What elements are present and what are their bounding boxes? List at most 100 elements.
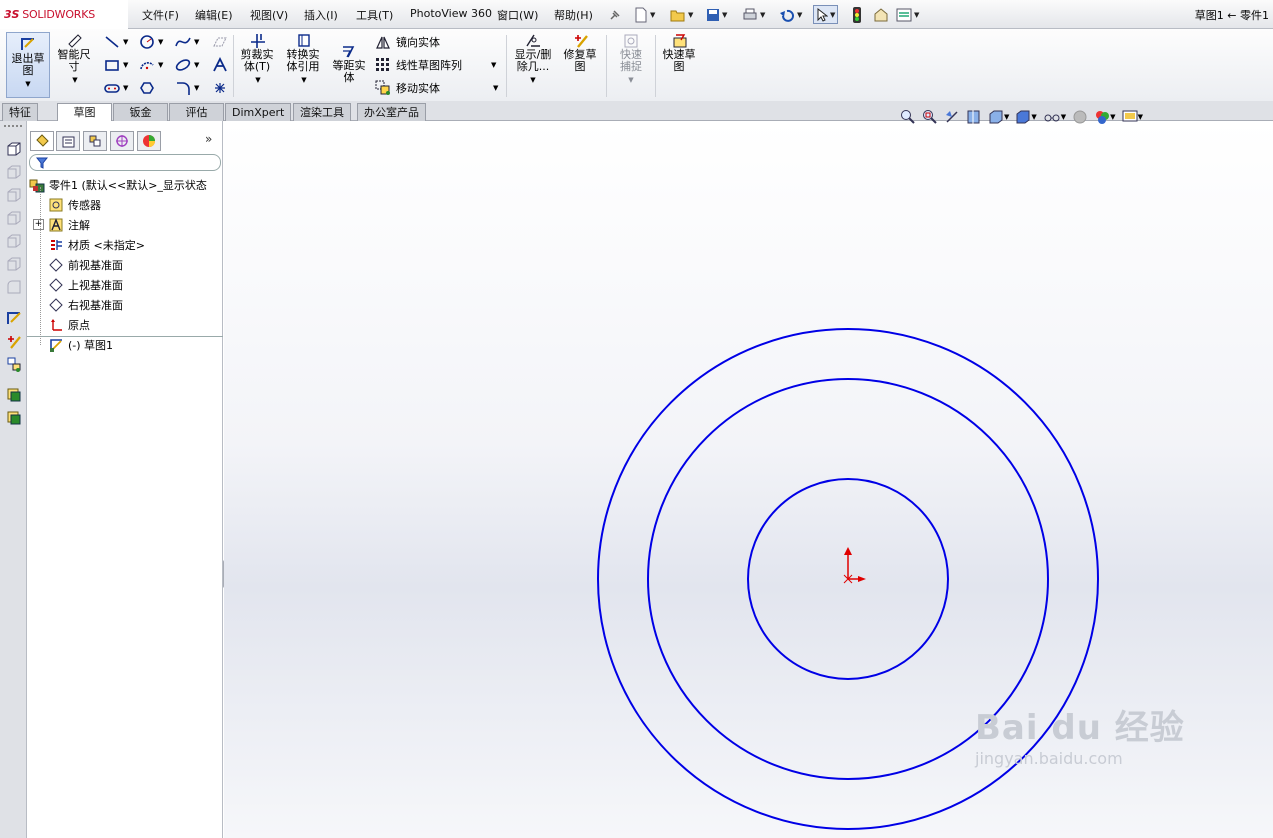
tree-label-origin: 原点 — [68, 318, 90, 332]
tree-item-origin[interactable]: 原点 — [48, 315, 90, 334]
left-toolbar — [0, 121, 27, 838]
plane-tool[interactable] — [212, 34, 228, 50]
feature-manager-panel: » 零件1 (默认<<默认>_显示状态 传感器 + 注解 材质 <未指定> 前视… — [27, 121, 223, 838]
file-properties-icon[interactable] — [873, 5, 889, 24]
convert-entities-button[interactable]: 转换实体引用 ▼ — [284, 32, 324, 86]
arc-tool[interactable]: ▼ — [139, 57, 163, 73]
relations-side-icon[interactable] — [6, 356, 22, 372]
instant3d-icon[interactable] — [6, 387, 22, 403]
spline-tool[interactable]: ▼ — [175, 34, 199, 50]
tree-item-annotations[interactable]: + 注解 — [33, 215, 90, 234]
mirror-entities-button[interactable]: 镜向实体 — [375, 34, 440, 50]
edit-appearance-icon[interactable] — [1072, 109, 1088, 125]
trim-entities-button[interactable]: 剪裁实体(T) ▼ — [238, 32, 278, 86]
configuration-manager-tab[interactable] — [83, 131, 107, 151]
pin-icon[interactable] — [608, 5, 622, 24]
new-document-button[interactable]: ▼ — [634, 5, 655, 24]
dimxpert-manager-tab[interactable] — [110, 131, 134, 151]
revolved-boss-icon[interactable] — [6, 164, 22, 180]
slot-tool[interactable]: ▼ — [104, 80, 128, 96]
expand-plus-icon[interactable]: + — [33, 219, 44, 230]
solidworks-logo[interactable]: 3S SOLIDWORKS — [0, 0, 128, 29]
tree-filter-input[interactable] — [29, 154, 221, 171]
tree-item-sensors[interactable]: 传感器 — [48, 195, 101, 214]
sketch-plane-icon — [213, 37, 227, 47]
zoom-to-area-icon[interactable] — [922, 109, 938, 125]
previous-view-icon[interactable] — [944, 109, 960, 125]
line-tool[interactable]: ▼ — [104, 34, 128, 50]
annotations-icon — [48, 217, 64, 233]
ellipse-tool[interactable]: ▼ — [175, 57, 199, 73]
rapid-sketch-button[interactable]: 快速草图 — [660, 32, 700, 73]
menu-help[interactable]: 帮助(H) — [554, 7, 593, 23]
menu-insert[interactable]: 插入(I) — [304, 7, 338, 23]
tab-sheet-metal[interactable]: 钣金 — [113, 103, 168, 121]
move-copy-icon[interactable] — [6, 410, 22, 426]
sketch-icon[interactable] — [6, 310, 22, 326]
smart-dimension-button[interactable]: 智能尺寸 ▼ — [56, 32, 94, 86]
menu-file[interactable]: 文件(F) — [142, 7, 179, 23]
menu-window[interactable]: 窗口(W) — [497, 7, 538, 23]
quick-snaps-button[interactable]: 快速捕捉 ▼ — [611, 32, 651, 86]
polygon-tool[interactable] — [139, 80, 155, 96]
tab-dimxpert[interactable]: DimXpert — [225, 103, 292, 121]
tab-evaluate[interactable]: 评估 — [169, 103, 224, 121]
offset-entities-button[interactable]: 等距实体 — [331, 43, 367, 84]
view-settings-dropdown[interactable]: ▼ — [1122, 109, 1143, 125]
select-button[interactable]: ▼ — [813, 5, 839, 24]
display-delete-relations-button[interactable]: 显示/删除几... ▼ — [511, 32, 555, 86]
linear-pattern-label: 线性草图阵列 — [396, 59, 462, 72]
tree-item-material[interactable]: 材质 <未指定> — [48, 235, 145, 254]
display-delete-label: 显示/删除几... — [514, 48, 552, 73]
display-manager-tab[interactable] — [137, 131, 161, 151]
convert-entities-icon — [298, 34, 310, 47]
menu-photoview[interactable]: PhotoView 360 — [410, 7, 492, 20]
lofted-boss-icon[interactable] — [6, 210, 22, 226]
tree-item-sketch1[interactable]: (-) 草图1 — [48, 335, 113, 354]
tab-features[interactable]: 特征 — [2, 103, 38, 121]
separator — [506, 35, 507, 97]
undo-button[interactable]: ▼ — [779, 5, 802, 24]
swept-boss-icon[interactable] — [6, 187, 22, 203]
tree-item-front-plane[interactable]: 前视基准面 — [48, 255, 123, 274]
property-manager-tab[interactable] — [56, 131, 80, 151]
menu-view[interactable]: 视图(V) — [250, 7, 288, 23]
save-button[interactable]: ▼ — [706, 5, 727, 24]
fillet-tool[interactable]: ▼ — [175, 80, 199, 96]
exit-sketch-button[interactable]: 退出草图 ▼ — [6, 32, 50, 98]
tree-item-top-plane[interactable]: 上视基准面 — [48, 275, 123, 294]
expand-panel-chevron-icon[interactable]: » — [205, 132, 212, 146]
tab-sketch[interactable]: 草图 — [57, 103, 112, 122]
linear-pattern-button[interactable]: 线性草图阵列 ▼ — [375, 57, 496, 73]
tree-item-right-plane[interactable]: 右视基准面 — [48, 295, 123, 314]
menu-tools[interactable]: 工具(T) — [356, 7, 393, 23]
section-view-icon[interactable] — [966, 109, 982, 125]
rebuild-traffic-light-icon[interactable] — [853, 5, 861, 24]
circle-tool[interactable]: ▼ — [139, 34, 163, 50]
open-button[interactable]: ▼ — [670, 5, 693, 24]
menu-edit[interactable]: 编辑(E) — [195, 7, 233, 23]
fillet-feature-icon[interactable] — [6, 279, 22, 295]
zoom-to-fit-icon[interactable] — [900, 109, 916, 125]
text-tool[interactable] — [212, 57, 228, 73]
feature-tree-tab[interactable] — [30, 131, 54, 151]
line-icon — [105, 36, 119, 48]
point-tool[interactable] — [212, 80, 228, 96]
tab-office-products[interactable]: 办公室产品 — [357, 103, 426, 121]
repair-sketch-side-icon[interactable] — [6, 333, 22, 349]
rectangle-tool[interactable]: ▼ — [104, 57, 128, 73]
options-button[interactable]: ▼ — [896, 5, 919, 24]
tab-render-tools[interactable]: 渲染工具 — [293, 103, 351, 121]
revolved-cut-icon[interactable] — [6, 256, 22, 272]
repair-sketch-button[interactable]: 修复草图 — [561, 32, 601, 73]
display-style-dropdown[interactable]: ▼ — [1015, 109, 1037, 125]
extruded-cut-icon[interactable] — [6, 233, 22, 249]
move-entities-button[interactable]: 移动实体 ▼ — [375, 80, 498, 96]
apply-scene-dropdown[interactable]: ▼ — [1094, 109, 1116, 125]
tree-item-part[interactable]: 零件1 (默认<<默认>_显示状态 — [29, 175, 207, 194]
hide-show-items-dropdown[interactable]: ▼ — [1043, 109, 1066, 125]
view-orientation-dropdown[interactable]: ▼ — [988, 109, 1009, 125]
grip-handle[interactable] — [4, 125, 22, 128]
extruded-boss-icon[interactable] — [6, 141, 22, 157]
print-button[interactable]: ▼ — [742, 5, 765, 24]
